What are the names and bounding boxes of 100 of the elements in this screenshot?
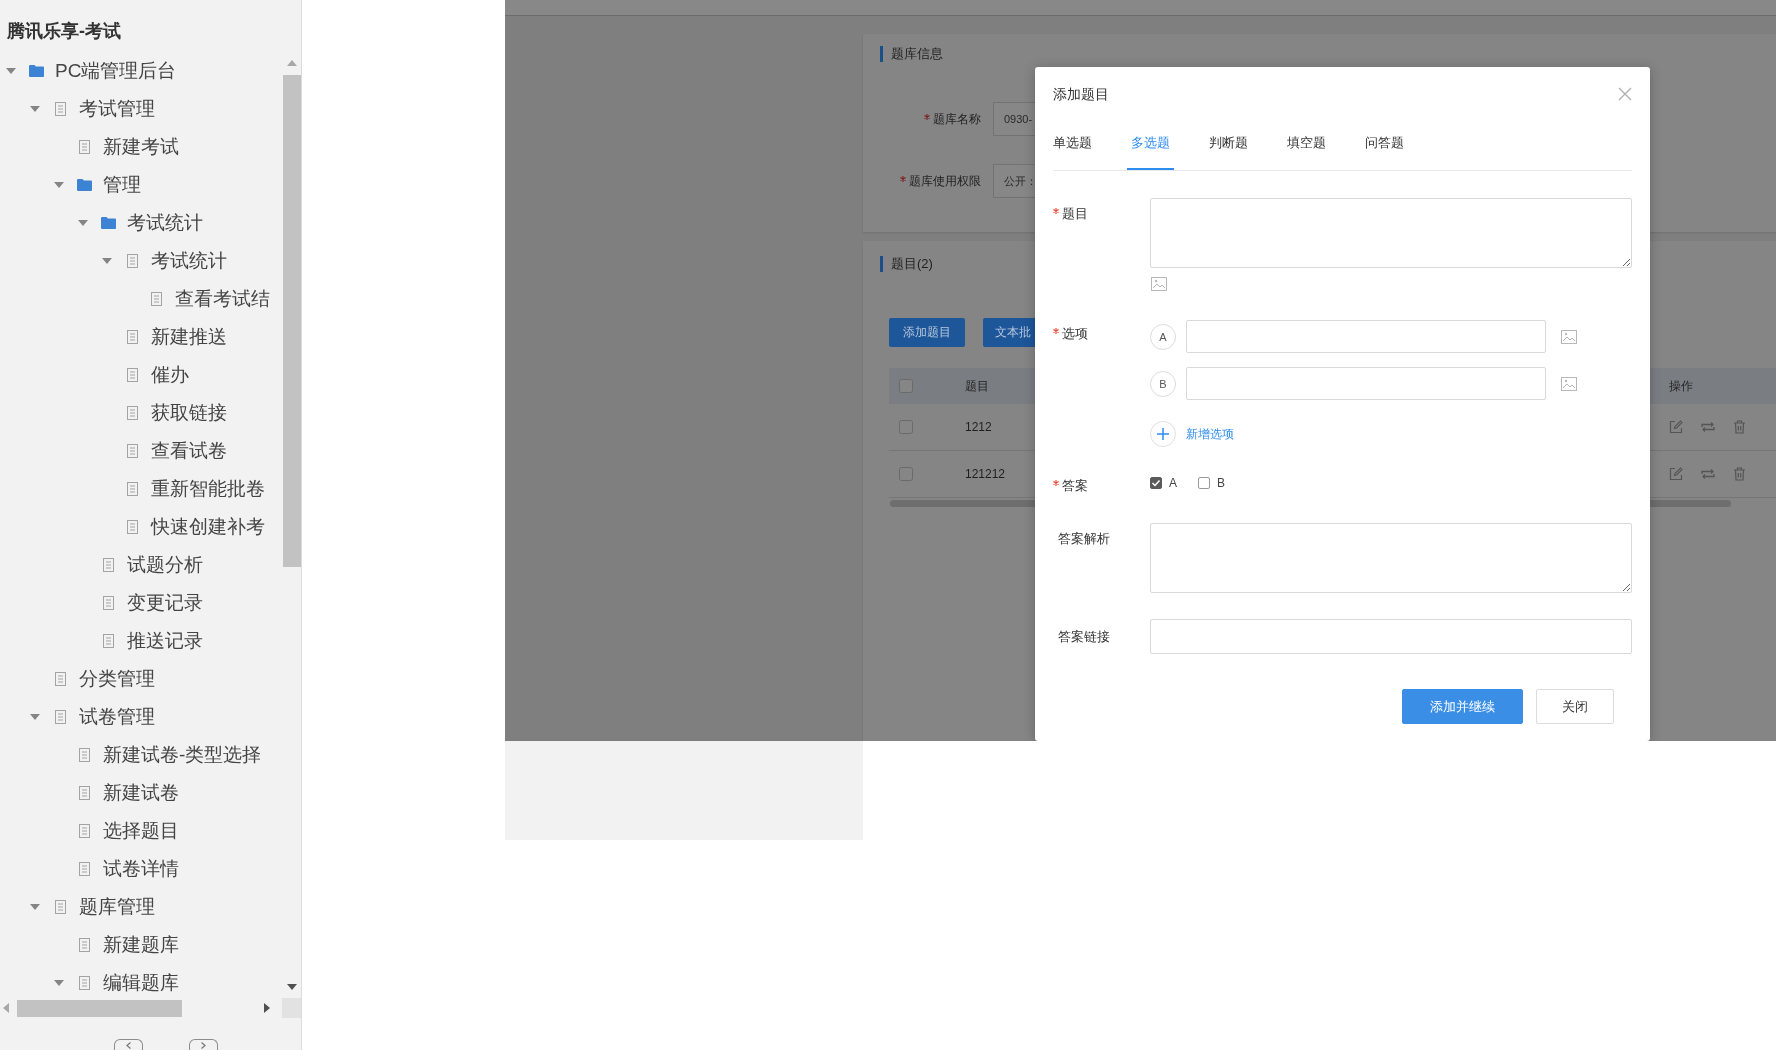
tree-item[interactable]: 推送记录 [127,630,203,652]
caret-down-icon[interactable] [78,220,88,226]
section-title: 题目(2) [880,256,933,272]
add-option-button[interactable]: 新增选项 [1150,421,1234,447]
document-icon [103,558,114,572]
image-icon[interactable] [1151,277,1167,291]
plus-icon [1150,421,1176,447]
tree-item[interactable]: 分类管理 [79,668,155,690]
tree-item[interactable]: 新建试卷 [103,782,179,804]
folder-icon [77,179,92,191]
document-icon [127,254,138,268]
tree-item[interactable]: 新建考试 [103,136,179,158]
tree-item[interactable]: 快速创建补考 [151,516,265,538]
tree-item[interactable]: 编辑题库 [103,972,179,994]
question-type-tab[interactable]: 多选题 [1127,130,1174,170]
caret-down-icon[interactable] [30,106,40,112]
tree-item[interactable]: 考试统计 [127,212,203,234]
loop-arrows-icon[interactable] [1700,421,1716,433]
previous-button[interactable] [114,1039,143,1050]
field-label: 答案链接 [1057,627,1110,646]
question-type-tab[interactable]: 填空题 [1283,130,1330,170]
image-icon[interactable] [1561,329,1577,344]
toolbar-button[interactable]: 添加题目 [889,318,965,347]
tree-item[interactable]: 新建题库 [103,934,179,956]
tree-item[interactable]: 试卷管理 [79,706,155,728]
document-icon [103,634,114,648]
dialog-button[interactable]: 关闭 [1536,689,1614,724]
trash-icon[interactable] [1733,467,1746,481]
tree-item[interactable]: 题库管理 [79,896,155,918]
tree-item[interactable]: 变更记录 [127,592,203,614]
loop-arrows-icon[interactable] [1700,468,1716,480]
scroll-up-arrow-icon[interactable] [286,60,297,66]
question-textarea[interactable] [1150,198,1632,268]
tree-item[interactable]: PC端管理后台 [55,60,177,82]
option-input[interactable] [1186,367,1546,400]
scroll-right-arrow-icon[interactable] [264,1003,270,1013]
folder-icon [29,65,44,77]
edit-icon[interactable] [1669,467,1683,481]
checkbox[interactable] [899,379,913,393]
document-icon [127,406,138,420]
tree-item[interactable]: 考试统计 [151,250,227,272]
tree-item[interactable]: 选择题目 [103,820,179,842]
edit-icon[interactable] [1669,420,1683,434]
image-icon[interactable] [1561,376,1577,391]
scrollbar-thumb[interactable] [17,999,182,1017]
checkbox[interactable] [1198,477,1210,489]
close-icon[interactable] [1618,87,1632,101]
field-label: 选项 [1062,325,1088,343]
question-type-tab[interactable]: 判断题 [1205,130,1252,170]
checkbox-label: B [1217,476,1226,490]
tree-item[interactable]: 获取链接 [151,402,227,424]
field-label: 答案 [1062,477,1088,495]
question-type-tab[interactable]: 问答题 [1361,130,1408,170]
question-type-tab[interactable]: 单选题 [1049,130,1096,170]
document-icon [103,596,114,610]
column-header: 题目 [965,378,989,393]
checkbox[interactable] [1150,477,1162,489]
link-input[interactable] [1150,619,1632,654]
text-field[interactable]: 0930- [993,102,1035,136]
caret-down-icon[interactable] [102,258,112,264]
chevron-left-icon [126,1042,131,1049]
tree-item[interactable]: 查看试卷 [151,440,227,462]
document-icon [55,900,66,914]
next-button[interactable] [189,1039,218,1050]
field-label: 题目 [1062,205,1088,223]
caret-down-icon[interactable] [30,714,40,720]
document-icon [55,710,66,724]
tree-item[interactable]: 考试管理 [79,98,155,120]
text-field[interactable]: 公开： [993,164,1035,198]
document-icon [55,102,66,116]
analysis-textarea[interactable] [1150,523,1632,593]
tree-item[interactable]: 试卷详情 [103,858,179,880]
document-icon [79,786,90,800]
tree-item[interactable]: 新建试卷-类型选择 [103,744,262,766]
tree-item[interactable]: 试题分析 [127,554,203,576]
tree-item[interactable]: 催办 [151,364,189,386]
tree-item[interactable]: 重新智能批卷 [151,478,265,500]
document-icon [79,140,90,154]
document-icon [127,482,138,496]
document-icon [79,976,90,990]
document-icon [151,292,162,306]
checkbox[interactable] [899,467,913,481]
toolbar-button[interactable]: 文本批 [983,318,1035,347]
caret-down-icon[interactable] [54,980,64,986]
tree-item[interactable]: 管理 [103,174,141,196]
document-icon [55,672,66,686]
trash-icon[interactable] [1733,420,1746,434]
tree-item[interactable]: 查看考试结 [175,288,270,310]
document-icon [127,444,138,458]
caret-down-icon[interactable] [6,68,16,74]
dialog-title: 添加题目 [1053,85,1109,103]
scrollbar-thumb[interactable] [282,75,301,567]
checkbox[interactable] [899,420,913,434]
tree-item[interactable]: 新建推送 [151,326,227,348]
caret-down-icon[interactable] [30,904,40,910]
option-input[interactable] [1186,320,1546,353]
chevron-right-icon [201,1042,206,1049]
scroll-left-arrow-icon[interactable] [3,1003,9,1013]
caret-down-icon[interactable] [54,182,64,188]
scroll-down-arrow-icon[interactable] [286,984,297,990]
